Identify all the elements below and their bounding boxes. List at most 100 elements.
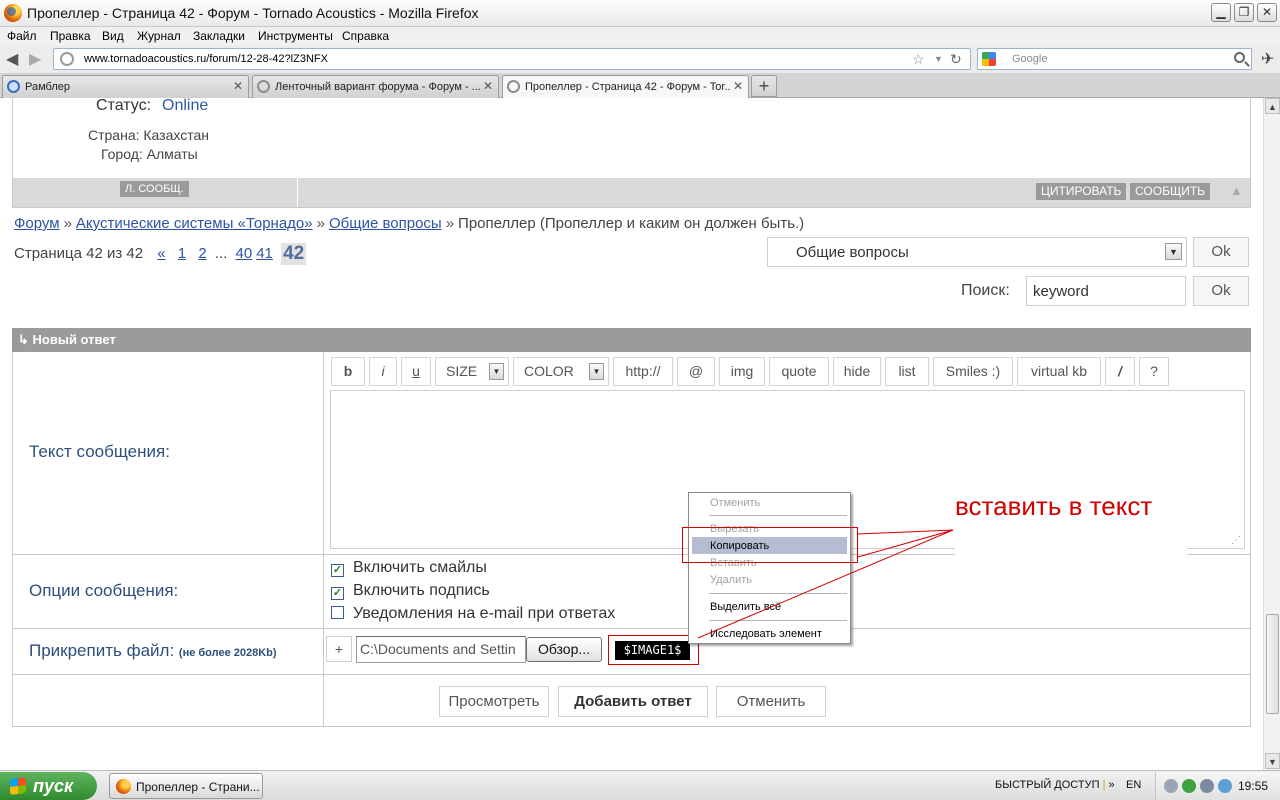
page-scrollbar[interactable]: ▲ ▼ [1263,98,1280,770]
add-file-field-button[interactable]: + [326,636,352,662]
smiles-checkbox[interactable]: ✓ [331,564,344,577]
network-icon[interactable] [1200,779,1214,793]
menu-history[interactable]: Журнал [137,29,181,43]
ctx-delete[interactable]: Удалить [710,574,752,586]
forum-jump-ok-button[interactable]: Ok [1193,237,1249,267]
email-button[interactable]: @ [677,357,715,386]
scroll-top-icon[interactable]: ▲ [1230,183,1243,198]
smiles-button[interactable]: Smiles :) [933,357,1013,386]
tools-icon[interactable] [1218,779,1232,793]
pager-page-1[interactable]: 1 [178,245,186,262]
menu-bookmarks[interactable]: Закладки [193,29,245,43]
language-indicator[interactable]: EN [1126,779,1141,791]
menu-tools[interactable]: Инструменты [258,29,333,43]
tab-rambler[interactable]: Рамблер ✕ [2,75,249,98]
window-titlebar: Пропеллер - Страница 42 - Форум - Tornad… [0,0,1280,27]
menu-file[interactable]: Файл [7,29,37,43]
file-path-input[interactable]: C:\Documents and Settin [356,636,526,663]
color-select[interactable]: COLOR ▼ [513,357,609,386]
info-icon[interactable] [1182,779,1196,793]
forward-icon[interactable]: ▶ [29,49,41,69]
scroll-thumb[interactable] [1266,614,1279,714]
annotation-frame-copy [682,527,858,563]
menu-help[interactable]: Справка [342,29,389,43]
new-tab-button[interactable]: + [751,75,777,97]
maximize-button[interactable]: ❐ [1234,3,1254,22]
window-title: Пропеллер - Страница 42 - Форум - Tornad… [27,5,479,21]
minimize-button[interactable]: ▁ [1211,3,1231,22]
breadcrumb-forum[interactable]: Форум [14,215,60,232]
close-window-button[interactable]: ✕ [1257,3,1277,22]
history-dropdown-icon[interactable]: ▼ [934,54,943,64]
attach-file-label: Прикрепить файл: (не более 2028Kb) [29,641,277,660]
help-button[interactable]: ? [1139,357,1169,386]
url-bar[interactable]: www.tornadoacoustics.ru/forum/12-28-42?l… [53,48,971,70]
scroll-up-icon[interactable]: ▲ [1265,98,1280,114]
italic-button[interactable]: i [369,357,397,386]
resize-grip-icon[interactable]: ⋰ [1231,535,1241,546]
site-identity-icon[interactable] [60,52,74,66]
email-notify-checkbox[interactable] [331,606,344,619]
private-message-button[interactable]: Л. СООБЩ. [120,181,189,197]
report-button[interactable]: СООБЩИТЬ [1130,183,1211,200]
size-select[interactable]: SIZE ▼ [435,357,509,386]
ctx-select-all[interactable]: Выделить всё [710,601,781,613]
menu-edit[interactable]: Правка [50,29,91,43]
pager-page-40[interactable]: 40 [236,245,253,262]
forum-search-input[interactable]: keyword [1026,276,1186,306]
breadcrumb-acoustic-systems[interactable]: Акустические системы «Торнадо» [76,215,313,232]
tab-close-icon[interactable]: ✕ [233,79,243,93]
quick-launch-label[interactable]: БЫСТРЫЙ ДОСТУП | » [995,779,1115,791]
underline-button[interactable]: u [401,357,431,386]
search-icon[interactable] [1234,52,1245,63]
google-engine-icon[interactable] [982,52,996,66]
virtual-keyboard-button[interactable]: virtual kb [1017,357,1101,386]
submit-reply-button[interactable]: Добавить ответ [558,686,708,717]
bold-button[interactable]: b [331,357,365,386]
hide-button[interactable]: hide [833,357,881,386]
option-email-notify[interactable]: Уведомления на e-mail при ответах [331,605,615,623]
bookmark-star-icon[interactable]: ☆ [912,51,925,68]
navigation-toolbar: ◀ ▶ www.tornadoacoustics.ru/forum/12-28-… [0,46,1280,73]
tab-propeller[interactable]: Пропеллер - Страница 42 - Форум - Tor...… [502,75,749,99]
annotation-text: вставить в текст [955,491,1153,521]
cancel-reply-button[interactable]: Отменить [716,686,826,717]
close-tags-button[interactable]: / [1105,357,1135,386]
search-bar[interactable]: Google [977,48,1252,70]
forum-select-value: Общие вопросы [796,244,909,261]
option-enable-signature[interactable]: ✓ Включить подпись [331,582,490,600]
pager-page-41[interactable]: 41 [256,245,273,262]
reload-icon[interactable]: ↻ [950,51,962,68]
taskbar-firefox-window[interactable]: Пропеллер - Страни... [109,773,263,799]
link-button[interactable]: http:// [613,357,673,386]
browse-button[interactable]: Обзор... [526,637,602,662]
message-text-label: Текст сообщения: [29,442,170,461]
forum-jump-select[interactable]: Общие вопросы ▼ [767,237,1187,267]
tab-close-icon[interactable]: ✕ [733,79,743,93]
windows-logo-icon [10,777,26,795]
list-button[interactable]: list [885,357,929,386]
menu-view[interactable]: Вид [102,29,124,43]
image-button[interactable]: img [719,357,765,386]
quote-tag-button[interactable]: quote [769,357,829,386]
ctx-undo[interactable]: Отменить [710,497,760,509]
ctx-inspect[interactable]: Исследовать элемент [710,628,822,640]
chevron-down-icon[interactable]: ▼ [1165,243,1182,260]
chevron-down-icon: ▼ [589,363,604,380]
quote-button[interactable]: ЦИТИРОВАТЬ [1036,183,1127,200]
page-viewport: Статус: Online Страна: Казахстан Город: … [0,98,1263,770]
url-text: www.tornadoacoustics.ru/forum/12-28-42?l… [84,53,328,65]
volume-icon[interactable] [1164,779,1178,793]
forum-search-ok-button[interactable]: Ok [1193,276,1249,306]
back-icon[interactable]: ◀ [6,49,18,69]
preview-button[interactable]: Просмотреть [439,686,549,717]
pager-page-2[interactable]: 2 [198,245,206,262]
breadcrumb-general-questions[interactable]: Общие вопросы [329,215,442,232]
tab-forum-feed[interactable]: Ленточный вариант форума - Форум - ... ✕ [252,75,499,98]
option-enable-smiles[interactable]: ✓ Включить смайлы [331,559,487,577]
tab-close-icon[interactable]: ✕ [483,79,493,93]
signature-checkbox[interactable]: ✓ [331,587,344,600]
scroll-down-icon[interactable]: ▼ [1265,753,1280,769]
pager-prev[interactable]: « [157,245,165,262]
start-button[interactable]: пуск [0,772,97,800]
